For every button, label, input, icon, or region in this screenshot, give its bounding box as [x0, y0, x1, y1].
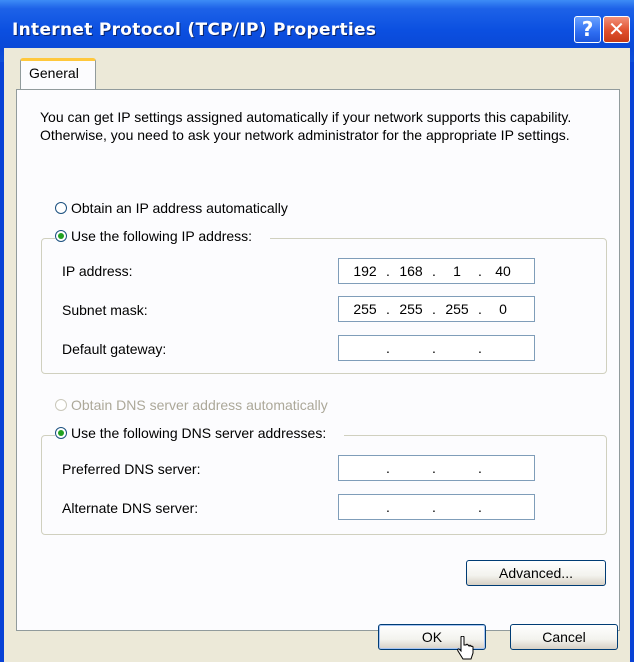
help-button[interactable]: ?	[574, 16, 601, 43]
ip-octet-3: 1	[453, 263, 461, 279]
dialog-client-area: General You can get IP settings assigned…	[4, 48, 630, 662]
preferred-dns-field[interactable]: . . .	[338, 455, 535, 481]
alternate-dns-field[interactable]: . . .	[338, 494, 535, 520]
description-text: You can get IP settings assigned automat…	[40, 109, 572, 143]
tab-panel: You can get IP settings assigned automat…	[16, 89, 620, 631]
tab-general-label: General	[29, 65, 79, 81]
subnet-mask-label: Subnet mask:	[62, 302, 148, 318]
mask-octet-3: 255	[445, 301, 469, 317]
ip-auto-label: Obtain an IP address automatically	[71, 200, 288, 216]
dns-server-group	[41, 435, 607, 535]
radio-circle-icon	[55, 202, 67, 214]
close-button[interactable]: ✕	[603, 16, 630, 43]
ip-auto-radio[interactable]: Obtain an IP address automatically	[55, 200, 288, 216]
radio-circle-disabled-icon	[55, 399, 67, 411]
ip-octet-4: 40	[495, 263, 511, 279]
dns-auto-label: Obtain DNS server address automatically	[71, 397, 328, 413]
ip-manual-radio[interactable]: Use the following IP address:	[55, 228, 271, 244]
alternate-dns-label: Alternate DNS server:	[62, 500, 199, 516]
ip-address-field[interactable]: 192. 168. 1. 40	[338, 258, 535, 284]
cancel-button[interactable]: Cancel	[510, 624, 618, 650]
dialog-window: Internet Protocol (TCP/IP) Properties ? …	[0, 0, 634, 662]
ip-manual-label: Use the following IP address:	[71, 228, 253, 244]
radio-circle-selected-icon	[55, 230, 67, 242]
mask-octet-2: 255	[399, 301, 423, 317]
dns-auto-radio[interactable]: Obtain DNS server address automatically	[55, 397, 328, 413]
mask-octet-1: 255	[353, 301, 377, 317]
advanced-button[interactable]: Advanced...	[466, 560, 606, 586]
window-title: Internet Protocol (TCP/IP) Properties	[12, 20, 377, 40]
tab-general[interactable]: General	[20, 58, 96, 90]
default-gateway-label: Default gateway:	[62, 341, 167, 357]
preferred-dns-label: Preferred DNS server:	[62, 461, 201, 477]
radio-circle-selected-icon	[55, 427, 67, 439]
ip-octet-1: 192	[353, 263, 377, 279]
dns-manual-radio[interactable]: Use the following DNS server addresses:	[55, 425, 345, 441]
subnet-mask-field[interactable]: 255. 255. 255. 0	[338, 296, 535, 322]
dns-manual-label: Use the following DNS server addresses:	[71, 425, 327, 441]
ip-address-label: IP address:	[62, 263, 133, 279]
default-gateway-field[interactable]: . . .	[338, 335, 535, 361]
mask-octet-4: 0	[499, 301, 507, 317]
mouse-cursor-icon	[457, 636, 474, 660]
ip-octet-2: 168	[399, 263, 423, 279]
